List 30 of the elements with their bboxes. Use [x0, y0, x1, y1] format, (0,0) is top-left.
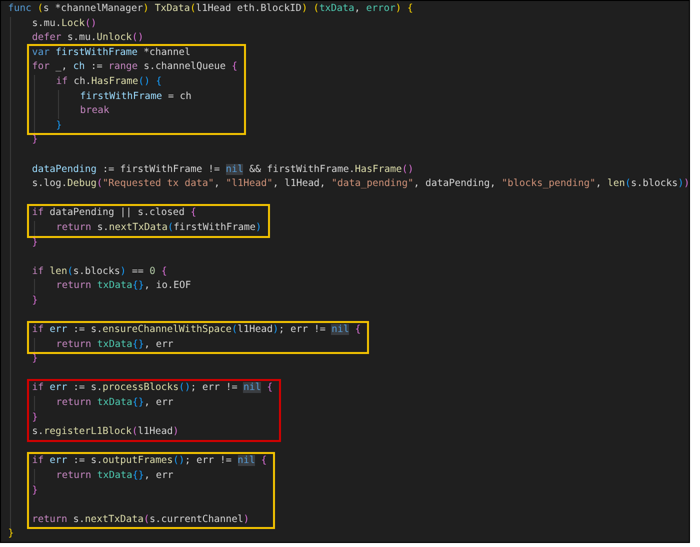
- code-line: if err := s.processBlocks(); err != nil {: [32, 381, 273, 396]
- code-line: defer s.mu.Unlock(): [32, 31, 144, 46]
- code-line: }: [32, 352, 38, 366]
- code-line: firstWithFrame = ch: [80, 90, 192, 104]
- code-line: for _, ch := range s.channelQueue {: [32, 60, 238, 74]
- code-line: dataPending := firstWithFrame != nil && firstWithFrame.HasFrame(): [32, 162, 414, 177]
- code-line: }: [56, 118, 62, 133]
- code-line: if dataPending || s.closed {: [32, 206, 196, 220]
- code-line: }: [32, 133, 38, 148]
- code-line: }: [32, 484, 38, 498]
- code-line: }: [32, 294, 38, 308]
- code-line: var firstWithFrame *channel: [32, 46, 191, 60]
- code-line: if err := s.ensureChannelWithSpace(l1Head); err != nil {: [32, 323, 361, 338]
- code-line: return txData{}, err: [56, 338, 174, 352]
- code-line: s.mu.Lock(): [32, 16, 97, 31]
- code-line: if len(s.blocks) == 0 {: [32, 264, 168, 279]
- code-line: if err := s.outputFrames(); err != nil {: [32, 454, 267, 468]
- code-line: s.log.Debug("Requested tx data", "l1Head", l1Head, "data_pending", dataPending, "blocks_pending", len(s.blocks)): [32, 177, 689, 192]
- code-line: func (s *channelManager) TxData(l1Head eth.BlockID) (txData, error) {: [8, 2, 414, 16]
- code-line: return txData{}, err: [56, 469, 174, 483]
- code-line: return s.nextTxData(s.currentChannel): [32, 512, 250, 527]
- code-line: break: [80, 104, 110, 118]
- code-line: if ch.HasFrame() {: [56, 74, 162, 89]
- code-line: return s.nextTxData(firstWithFrame): [56, 220, 262, 235]
- code-line: }: [32, 410, 38, 425]
- code-line: }: [8, 527, 14, 542]
- code-line: }: [32, 236, 38, 250]
- code-line: return txData{}, io.EOF: [56, 279, 192, 294]
- code-line: return txData{}, err: [56, 396, 174, 410]
- code-line: s.registerL1Block(l1Head): [32, 425, 179, 440]
